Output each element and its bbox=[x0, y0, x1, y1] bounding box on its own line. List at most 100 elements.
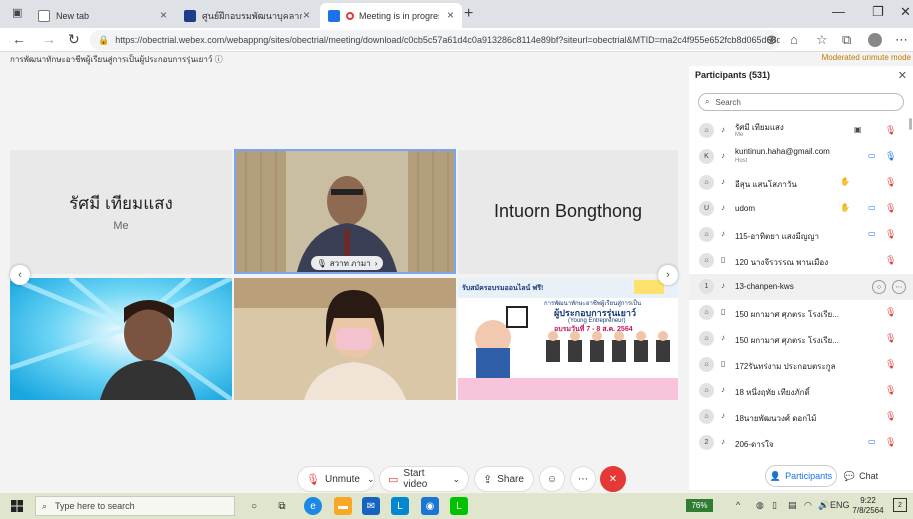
minimize-icon[interactable]: — bbox=[832, 4, 845, 19]
webex-taskbar-icon[interactable]: ◉ bbox=[421, 497, 439, 515]
participant-video bbox=[10, 278, 232, 400]
tray-icon[interactable]: ◍ bbox=[756, 500, 764, 511]
tab-chat[interactable]: 💬 Chat bbox=[841, 465, 881, 487]
more-icon[interactable]: ⋯ bbox=[892, 280, 906, 294]
tab-participants[interactable]: 👤 Participants bbox=[765, 465, 837, 487]
participant-row[interactable]: ⌂ ▯ 172รันทร่งาม ประกอบตระกูล 🎙 bbox=[689, 352, 913, 378]
avatar: ⌂ bbox=[699, 253, 714, 268]
participant-row[interactable]: ⌂ ♪ 18นายพัฒนวงศ์ ดอกไม้ 🎙 bbox=[689, 404, 913, 430]
volume-icon[interactable]: 🔊 bbox=[818, 500, 829, 511]
line-app-icon[interactable]: L bbox=[450, 497, 468, 515]
mic-muted-icon[interactable]: 🎙 bbox=[885, 437, 896, 448]
taskbar-search-input[interactable]: ⌕ Type here to search bbox=[35, 496, 235, 516]
mic-muted-icon[interactable]: 🎙 bbox=[885, 359, 896, 370]
share-icon: ⇪ bbox=[483, 473, 493, 486]
mic-muted-icon[interactable]: 🎙 bbox=[885, 125, 896, 136]
search-icon: ⌕ bbox=[705, 97, 710, 106]
poster-image bbox=[458, 278, 678, 400]
task-view-icon[interactable]: ⧉ bbox=[273, 497, 291, 515]
participant-row[interactable]: 1 ♪ 13-chanpen-kws ○ ⋯ bbox=[689, 274, 913, 300]
mic-muted-icon[interactable]: 🎙 bbox=[885, 385, 896, 396]
share-button[interactable]: ⇪ Share bbox=[474, 466, 534, 492]
close-icon[interactable]: × bbox=[160, 8, 167, 22]
people-icon: 👤 bbox=[769, 470, 782, 481]
participant-row[interactable]: U ♪ udom ✋ ▭ 🎙 bbox=[689, 196, 913, 222]
collections-icon[interactable]: ⧉ bbox=[842, 32, 851, 48]
favorite-star-icon[interactable]: ☆ bbox=[816, 32, 828, 48]
participant-row[interactable]: ⌂ ▯ 150 ผกามาศ ศุภตระ โรงเรีย... 🎙 bbox=[689, 300, 913, 326]
windows-start-icon[interactable] bbox=[11, 500, 23, 512]
back-icon[interactable]: ← bbox=[12, 31, 26, 47]
prev-page-button[interactable]: ‹ bbox=[10, 265, 30, 285]
tab-training-center[interactable]: ศูนย์ฝึกอบรมพัฒนาบุคลากรด้านเวิร์... × bbox=[176, 3, 318, 28]
close-panel-icon[interactable]: ✕ bbox=[898, 69, 907, 82]
more-icon[interactable]: ⋯ bbox=[895, 32, 908, 48]
tile-active-speaker[interactable]: 🎙 สวาท ภามา › bbox=[234, 149, 456, 274]
close-window-icon[interactable]: ✕ bbox=[900, 4, 911, 20]
participant-row[interactable]: ⌂ ♪ 150 ผกามาศ ศุภตระ โรงเรีย... 🎙 bbox=[689, 326, 913, 352]
taskbar-clock[interactable]: 9:22 7/8/2564 bbox=[846, 496, 890, 516]
headset-icon: ♪ bbox=[721, 203, 725, 212]
avatar: ⌂ bbox=[699, 123, 714, 138]
participant-row[interactable]: ⌂ ♪ อีสุน แสนโสภาวัน ✋ 🎙 bbox=[689, 170, 913, 196]
page-icon bbox=[38, 9, 50, 22]
start-video-button[interactable]: ▭ Start video ⌄ bbox=[379, 466, 469, 492]
mic-muted-icon[interactable]: 🎙 bbox=[885, 203, 896, 214]
participant-row[interactable]: ⌂ ♪ 115-อาทิตยา แสงมีญญา ▭ 🎙 bbox=[689, 222, 913, 248]
participant-row[interactable]: ⌂ ▯ 120 นางจีรวรรณ พานเมือง 🎙 bbox=[689, 248, 913, 274]
file-explorer-icon[interactable]: ▬ bbox=[334, 497, 352, 515]
mic-muted-icon[interactable]: 🎙 bbox=[885, 307, 896, 318]
unmute-button[interactable]: 🎙 Unmute ⌄ bbox=[297, 466, 375, 492]
tile-me[interactable]: รัศมี เทียมแสง Me bbox=[10, 150, 232, 274]
new-tab-button[interactable]: + bbox=[464, 5, 473, 23]
reload-icon[interactable]: ↻ bbox=[68, 31, 80, 48]
read-aloud-icon[interactable]: ⌂ bbox=[790, 32, 798, 47]
close-icon[interactable]: × bbox=[447, 8, 454, 22]
tab-actions-icon[interactable]: ▣ bbox=[12, 6, 22, 19]
next-page-button[interactable]: › bbox=[658, 265, 678, 285]
tab-new-tab[interactable]: New tab × bbox=[30, 3, 175, 28]
mic-muted-icon[interactable]: 🎙 bbox=[885, 177, 896, 188]
chevron-down-icon[interactable]: ⌄ bbox=[452, 474, 460, 485]
chat-bubble-icon[interactable]: ○ bbox=[872, 280, 886, 294]
participants-search-input[interactable]: ⌕ Search bbox=[698, 93, 904, 111]
more-options-button[interactable]: ⋯ bbox=[570, 466, 596, 492]
profile-avatar[interactable] bbox=[868, 33, 882, 47]
mic-icon[interactable]: 🎙 bbox=[885, 151, 896, 162]
scrollbar-thumb[interactable] bbox=[909, 118, 912, 130]
chevron-up-icon[interactable]: ^ bbox=[736, 500, 740, 510]
participant-row[interactable]: ⌂ ♪ 18 หนึ่งฤทัย เทียงภักดิ์ 🎙 bbox=[689, 378, 913, 404]
participant-row[interactable]: 2 ♪ 206-ดารใจ ▭ 🎙 bbox=[689, 430, 913, 456]
edge-icon[interactable]: e bbox=[304, 497, 322, 515]
tile-intuorn[interactable]: Intuorn Bongthong bbox=[458, 150, 678, 274]
tab-meeting[interactable]: Meeting is in progress... × bbox=[320, 3, 462, 28]
smiley-icon: ☺ bbox=[546, 473, 558, 485]
participant-row[interactable]: ⌂ ♪ รัศมี เทียมแสง Me ▣ 🎙 bbox=[689, 118, 913, 144]
mic-muted-icon[interactable]: 🎙 bbox=[885, 411, 896, 422]
site-info-icon[interactable]: ⊕ bbox=[766, 32, 777, 48]
mic-muted-icon[interactable]: 🎙 bbox=[885, 255, 896, 266]
notification-center-icon[interactable]: 2 bbox=[893, 498, 907, 512]
reactions-button[interactable]: ☺ bbox=[539, 466, 565, 492]
participants-panel: Participants (531) ✕ ⌕ Search ⌂ ♪ รัศมี … bbox=[689, 66, 913, 490]
mic-muted-icon[interactable]: 🎙 bbox=[885, 229, 896, 240]
mic-muted-icon[interactable]: 🎙 bbox=[885, 333, 896, 344]
participant-row[interactable]: K ♪ kuntinun.haha@gmail.com Host ▭ 🎙 bbox=[689, 144, 913, 170]
tile-participant-1[interactable] bbox=[10, 278, 232, 400]
leave-meeting-button[interactable]: ✕ bbox=[600, 466, 626, 492]
mail-icon[interactable]: ✉ bbox=[362, 497, 380, 515]
avatar: ⌂ bbox=[699, 409, 714, 424]
close-icon[interactable]: × bbox=[303, 8, 310, 22]
network-icon[interactable]: ◠ bbox=[804, 500, 812, 511]
restore-icon[interactable]: ❐ bbox=[872, 4, 884, 20]
battery-indicator[interactable]: 76% bbox=[686, 499, 713, 512]
url-field[interactable]: 🔒 https://obectrial.webex.com/webappng/s… bbox=[90, 30, 780, 50]
tray-icon[interactable]: ▯ bbox=[772, 500, 777, 511]
tile-participant-2[interactable] bbox=[234, 278, 456, 400]
l-app-icon[interactable]: L bbox=[391, 497, 409, 515]
cortana-icon[interactable]: ○ bbox=[245, 497, 263, 515]
chevron-down-icon[interactable]: ⌄ bbox=[367, 474, 375, 485]
tile-shared-poster[interactable]: รับสมัครอบรมออนไลน์ ฟรี! การพัฒนาทักษะอา… bbox=[458, 278, 678, 400]
forward-icon[interactable]: → bbox=[42, 31, 56, 47]
tray-icon[interactable]: ▤ bbox=[788, 500, 797, 511]
